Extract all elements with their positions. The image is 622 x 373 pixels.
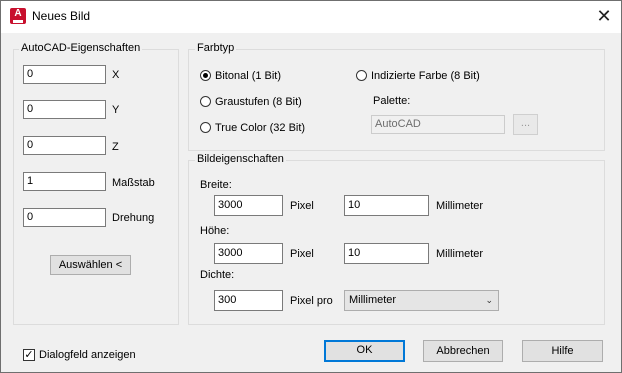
- z-label: Z: [112, 141, 119, 153]
- chevron-down-icon: ⌄: [485, 296, 493, 306]
- height-mm-input[interactable]: 10: [344, 243, 429, 264]
- image-properties-legend: Bildeigenschaften: [195, 153, 286, 165]
- height-pixels-input[interactable]: 3000: [214, 243, 283, 264]
- show-dialog-label: Dialogfeld anzeigen: [39, 349, 136, 361]
- width-mm-unit: Millimeter: [436, 200, 484, 212]
- grayscale-radio[interactable]: [200, 96, 211, 107]
- ok-button[interactable]: OK: [324, 340, 405, 362]
- grayscale-label: Graustufen (8 Bit): [215, 96, 302, 108]
- color-type-legend: Farbtyp: [195, 42, 237, 54]
- close-icon[interactable]: ✕: [595, 8, 613, 26]
- truecolor-label: True Color (32 Bit): [215, 122, 306, 134]
- palette-label: Palette:: [373, 95, 411, 107]
- window-title: Neues Bild: [32, 9, 91, 23]
- y-input[interactable]: 0: [23, 100, 106, 119]
- help-button[interactable]: Hilfe: [522, 340, 603, 362]
- indexed-color-radio[interactable]: [356, 70, 367, 81]
- y-label: Y: [112, 104, 120, 116]
- x-label: X: [112, 69, 120, 81]
- height-label: Höhe:: [200, 225, 230, 237]
- scale-input[interactable]: 1: [23, 172, 106, 191]
- rotation-input[interactable]: 0: [23, 208, 106, 227]
- density-input[interactable]: 300: [214, 290, 283, 311]
- density-unit-select[interactable]: Millimeter ⌄: [344, 290, 499, 311]
- bitonal-radio[interactable]: [200, 70, 211, 81]
- density-label: Dichte:: [200, 269, 235, 281]
- palette-input: AutoCAD: [371, 115, 505, 134]
- x-input[interactable]: 0: [23, 65, 106, 84]
- pick-button[interactable]: Auswählen <: [50, 255, 131, 275]
- height-mm-unit: Millimeter: [436, 248, 484, 260]
- width-pixels-input[interactable]: 3000: [214, 195, 283, 216]
- density-unit-label: Pixel pro: [290, 295, 333, 307]
- new-image-dialog: A Neues Bild ✕ AutoCAD-Eigenschaften 0 X…: [0, 0, 622, 373]
- width-pixel-unit: Pixel: [290, 200, 314, 212]
- rotation-label: Drehung: [112, 212, 155, 224]
- scale-label: Maßstab: [112, 177, 155, 189]
- cancel-button[interactable]: Abbrechen: [423, 340, 503, 362]
- show-dialog-checkbox[interactable]: ✓: [23, 349, 35, 361]
- autocad-properties-legend: AutoCAD-Eigenschaften: [19, 42, 143, 54]
- autocad-app-icon: A: [10, 8, 26, 24]
- height-pixel-unit: Pixel: [290, 248, 314, 260]
- truecolor-radio[interactable]: [200, 122, 211, 133]
- width-label: Breite:: [200, 179, 232, 191]
- bitonal-label: Bitonal (1 Bit): [215, 70, 282, 82]
- title-bar: A Neues Bild ✕: [1, 1, 621, 33]
- palette-browse-button: ...: [513, 114, 538, 135]
- indexed-color-label: Indizierte Farbe (8 Bit): [371, 70, 480, 82]
- density-unit-value: Millimeter: [349, 294, 397, 306]
- width-mm-input[interactable]: 10: [344, 195, 429, 216]
- z-input[interactable]: 0: [23, 136, 106, 155]
